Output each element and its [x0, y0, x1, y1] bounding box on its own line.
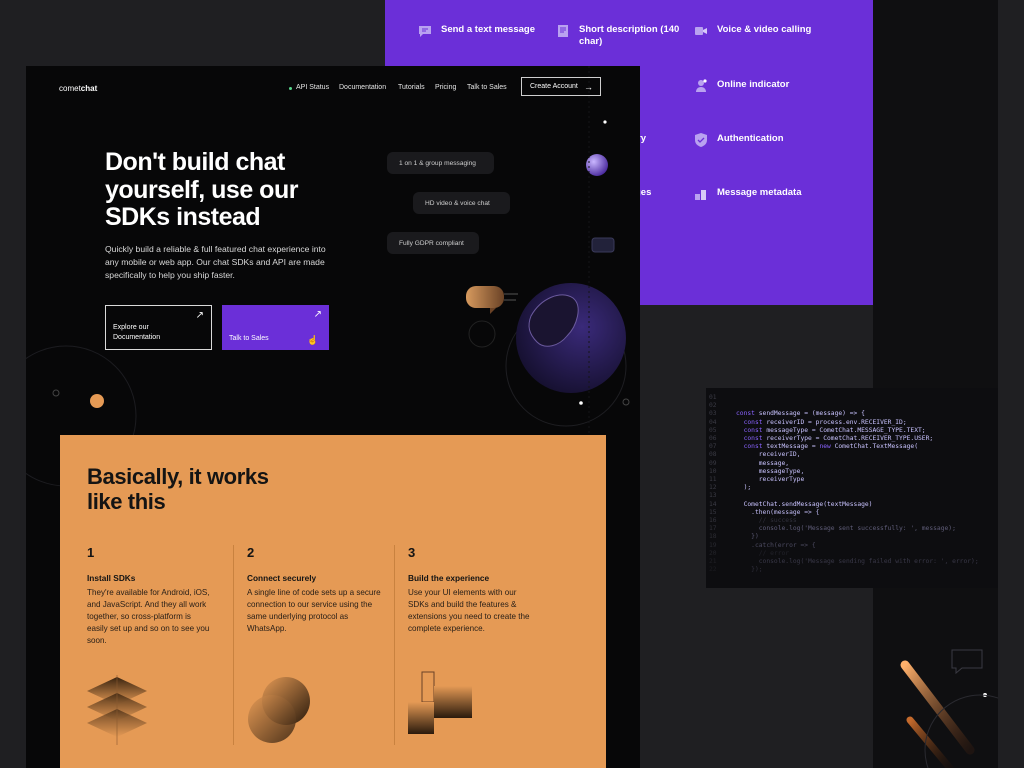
nav-talk-to-sales[interactable]: Talk to Sales	[467, 84, 507, 91]
section-title: Basically, it works like this	[87, 464, 269, 514]
blocks-icon	[695, 190, 706, 200]
hero-subtitle: Quickly build a reliable & full featured…	[105, 244, 326, 280]
feature-voice-video: Voice & video calling	[693, 24, 823, 39]
line-number: 02	[709, 402, 717, 410]
step-number: 2	[247, 545, 255, 560]
feature-send-text: Send a text message	[417, 24, 547, 39]
shield-icon	[695, 133, 707, 147]
explore-docs-button[interactable]: ↗ Explore our Documentation	[105, 305, 212, 350]
code-text: const messageType = CometChat.MESSAGE_TY…	[743, 426, 926, 434]
step-title: Build the experience	[408, 573, 490, 583]
arrow-up-right-icon: ↗	[313, 309, 322, 320]
line-number: 08	[709, 451, 717, 459]
feature-online-indicator: Online indicator	[693, 79, 823, 94]
code-text: message,	[736, 459, 790, 467]
document-icon	[558, 25, 568, 37]
code-text: );	[736, 484, 752, 492]
code-text: const receiverType = CometChat.RECEIVER_…	[743, 435, 934, 442]
line-number: 01	[709, 394, 717, 401]
video-call-icon	[695, 27, 707, 35]
nav-tutorials[interactable]: Tutorials	[398, 84, 425, 91]
code-text: const sendMessage = (message) => {	[736, 410, 865, 418]
brand-logo[interactable]: cometchat	[59, 84, 97, 93]
arrow-right-icon: →	[584, 82, 593, 92]
hero-headline: Don't build chat yourself, use our SDKs …	[105, 148, 298, 231]
landing-page-card: cometchat API Status Documentation Tutor…	[26, 66, 640, 768]
code-text: const textMessage = new CometChat.TextMe…	[743, 443, 919, 451]
line-number: 09	[709, 459, 717, 467]
line-number: 12	[709, 484, 717, 492]
feature-label: Authentication	[717, 133, 784, 144]
blocks-illustration	[408, 671, 472, 734]
how-it-works-section: Basically, it works like this 1 Install …	[60, 435, 606, 768]
step-number: 1	[87, 545, 95, 560]
line-number: 04	[709, 418, 717, 426]
step-title: Install SDKs	[87, 573, 136, 583]
feature-partial-label: ry	[637, 133, 646, 144]
chat-bubble: 1 on 1 & group messaging	[387, 152, 494, 174]
feature-label: Send a text message	[441, 24, 535, 35]
feature-label: Short description (140 char)	[579, 24, 680, 47]
create-account-button[interactable]: Create Account →	[521, 77, 601, 96]
step-description: Use your UI elements with our SDKs and b…	[408, 588, 530, 634]
line-number: 05	[709, 426, 717, 434]
code-fade-overlay	[706, 508, 998, 588]
arrow-up-right-icon: ↗	[195, 310, 204, 321]
step-number: 3	[408, 545, 416, 560]
code-text: const receiverID = process.env.RECEIVER_…	[743, 418, 907, 426]
line-number: 07	[709, 443, 717, 451]
step-description: They're available for Android, iOS, and …	[87, 588, 210, 646]
line-number: 13	[709, 492, 717, 500]
layers-illustration	[87, 675, 147, 745]
status-dot-icon	[289, 87, 292, 90]
feature-message-metadata: Message metadata	[693, 187, 823, 202]
cursor-icon: ☝	[307, 335, 319, 345]
step-install-sdks: 1 Install SDKs They're available for And…	[87, 545, 227, 647]
feature-label: Online indicator	[717, 79, 790, 90]
feature-authentication: Authentication	[693, 133, 823, 148]
divider	[233, 545, 234, 745]
step-description: A single line of code sets up a secure c…	[247, 588, 381, 634]
divider	[394, 545, 395, 745]
line-number: 10	[709, 467, 717, 475]
feature-label: Voice & video calling	[717, 24, 812, 35]
decorative-streaks	[900, 649, 998, 768]
line-number: 03	[709, 410, 717, 418]
line-number: 06	[709, 435, 717, 442]
talk-to-sales-button[interactable]: ↗ Talk to Sales ☝	[222, 305, 329, 350]
code-text: receiverID,	[736, 451, 801, 459]
chat-bubble: HD video & voice chat	[413, 192, 510, 214]
feature-short-description: Short description (140 char)	[555, 24, 685, 47]
step-title: Connect securely	[247, 573, 317, 583]
nav-pricing[interactable]: Pricing	[435, 84, 456, 91]
chat-bubble: Fully GDPR compliant	[387, 232, 479, 254]
rings-illustration	[248, 677, 310, 743]
message-icon	[419, 26, 431, 37]
line-number: 11	[709, 476, 717, 483]
step-build-experience: 3 Build the experience Use your UI eleme…	[408, 545, 548, 635]
feature-label: Message metadata	[717, 187, 802, 198]
nav-documentation[interactable]: Documentation	[339, 84, 386, 91]
code-sample-panel: 01 02 03 const sendMessage = (message) => {…	[706, 388, 998, 588]
code-text: messageType,	[736, 467, 805, 475]
nav-api-status[interactable]: API Status	[296, 84, 329, 91]
user-status-icon	[696, 79, 707, 92]
code-text: receiverType	[736, 476, 805, 483]
step-connect-securely: 2 Connect securely A single line of code…	[247, 545, 387, 635]
